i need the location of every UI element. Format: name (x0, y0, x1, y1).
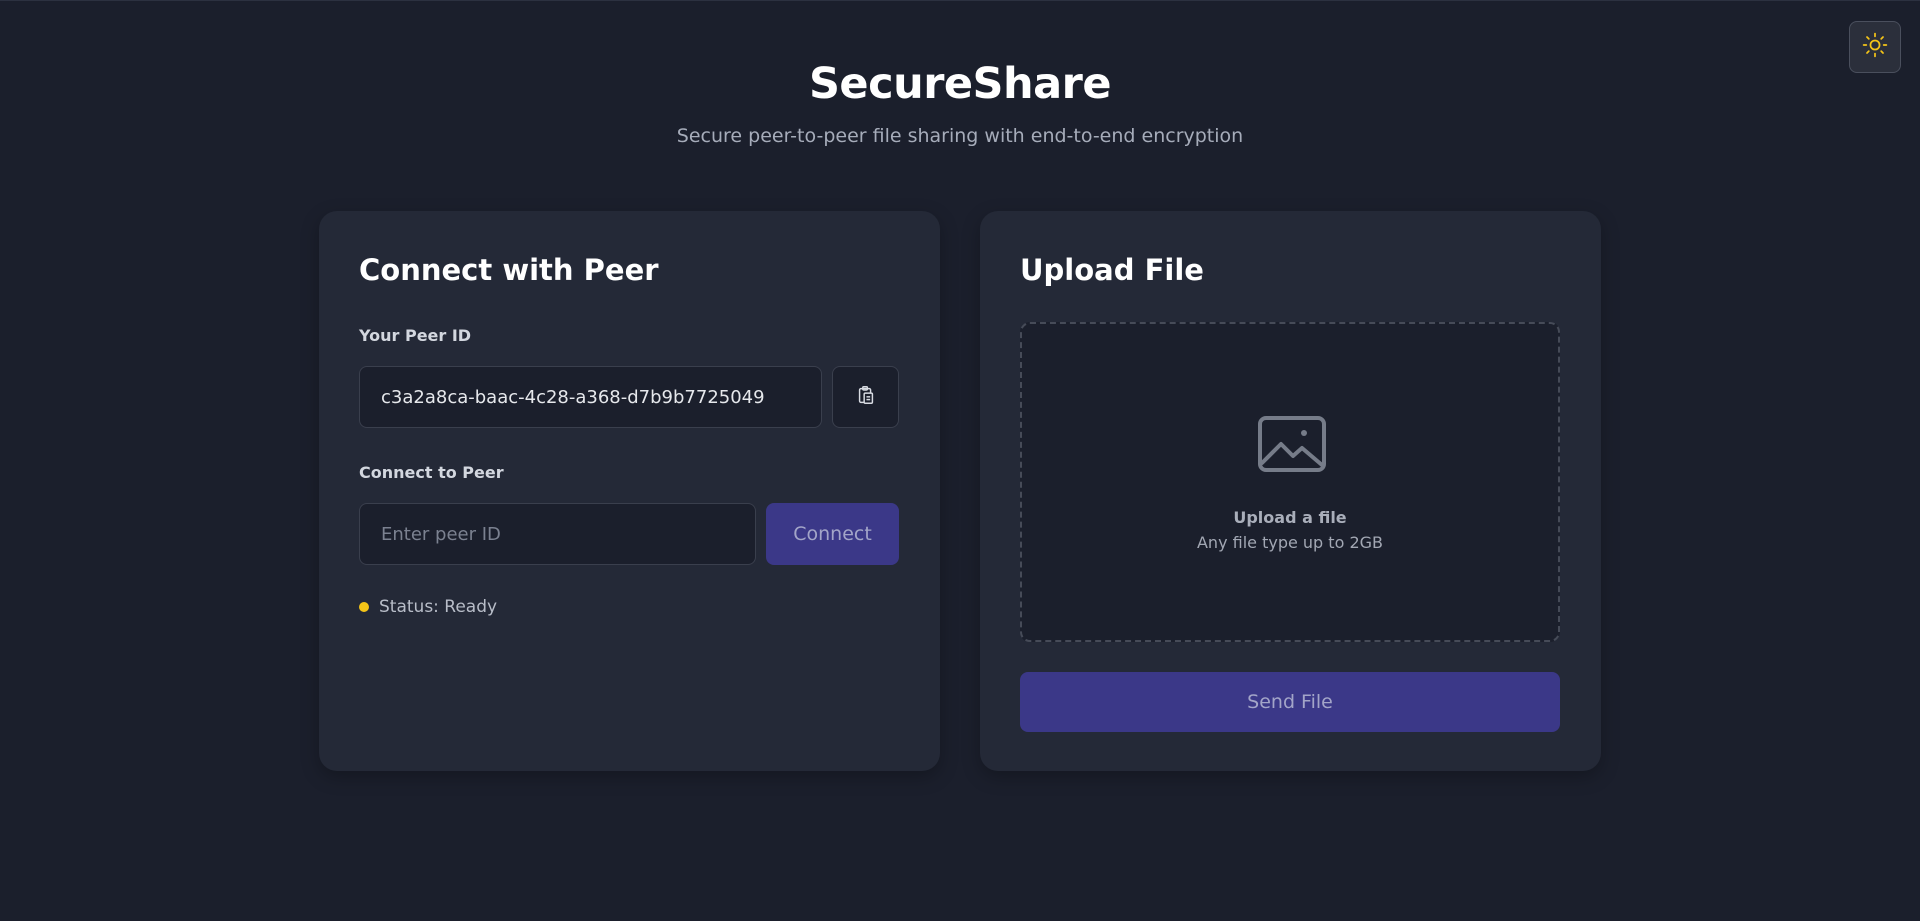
peer-id-placeholder: Enter peer ID (381, 523, 501, 545)
app-subtitle: Secure peer-to-peer file sharing with en… (676, 125, 1244, 147)
upload-card-title: Upload File (1020, 253, 1204, 287)
connect-button[interactable]: Connect (766, 503, 899, 565)
send-file-button[interactable]: Send File (1020, 672, 1560, 732)
connect-card-title: Connect with Peer (359, 253, 659, 287)
connection-status: Status: Ready (359, 597, 497, 617)
peer-id-input[interactable]: Enter peer ID (359, 503, 756, 565)
your-peer-id-field[interactable]: c3a2a8ca-baac-4c28-a368-d7b9b7725049 (359, 366, 822, 428)
your-peer-id-value: c3a2a8ca-baac-4c28-a368-d7b9b7725049 (381, 386, 765, 408)
status-text: Status: Ready (379, 597, 498, 617)
upload-card: Upload File Upload a file Any file type … (980, 211, 1601, 771)
status-indicator-dot (359, 602, 369, 612)
page-header: SecureShare Secure peer-to-peer file sha… (0, 59, 1920, 147)
file-dropzone[interactable]: Upload a file Any file type up to 2GB (1020, 322, 1560, 642)
app-title: SecureShare (808, 59, 1112, 109)
clipboard-copy-icon (855, 384, 877, 410)
your-peer-id-label: Your Peer ID (359, 326, 472, 345)
copy-peer-id-button[interactable] (832, 366, 899, 428)
connect-to-peer-label: Connect to Peer (359, 463, 504, 482)
image-icon (1257, 415, 1327, 477)
dropzone-title: Upload a file (1233, 508, 1347, 527)
dropzone-subtitle: Any file type up to 2GB (1196, 533, 1383, 552)
connect-card: Connect with Peer Your Peer ID c3a2a8ca-… (319, 211, 940, 771)
sun-icon (1862, 32, 1888, 62)
